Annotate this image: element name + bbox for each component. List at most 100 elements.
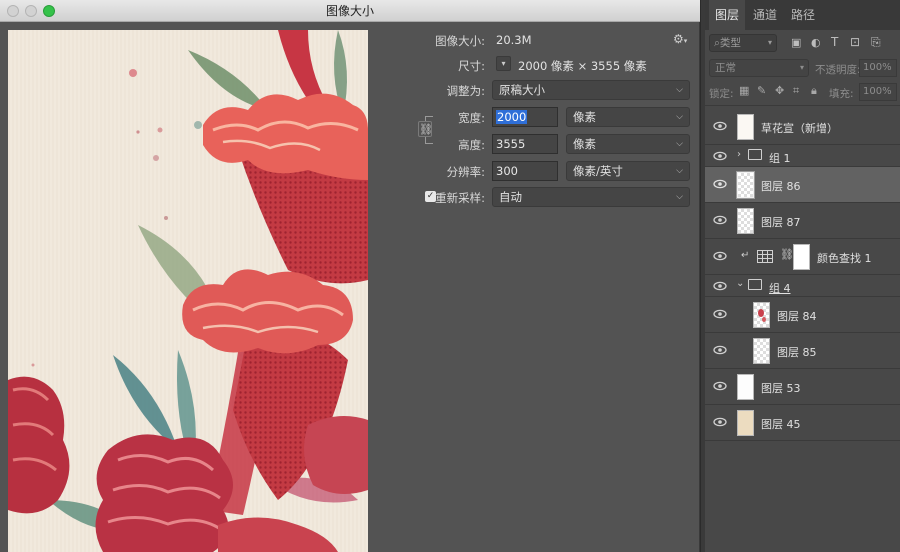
visibility-eye-icon[interactable] — [713, 177, 727, 191]
chevron-down-icon: ⌵ — [676, 85, 683, 95]
constrain-proportions-link-icon[interactable]: ⛓ — [418, 121, 433, 137]
fill-label: 填充: — [829, 88, 854, 100]
layer-thumbnail — [753, 338, 770, 364]
layer-name: 组 1 — [769, 152, 791, 165]
lock-row: 锁定: ▦ ✎ ✥ ⌗ 🔒︎ 填充: 100% — [705, 80, 900, 104]
layer-row[interactable]: 图层 53 — [705, 369, 900, 405]
visibility-eye-icon[interactable] — [713, 343, 727, 357]
layer-row[interactable]: 图层 45 — [705, 405, 900, 441]
dimensions-unit-toggle[interactable]: ▾ — [496, 56, 511, 71]
fill-value: 100% — [863, 86, 892, 97]
fit-to-label: 调整为: — [446, 84, 485, 98]
tab-channels[interactable]: 通道 — [747, 0, 783, 30]
visibility-eye-icon[interactable] — [713, 307, 727, 321]
opacity-label: 不透明度: — [815, 64, 861, 76]
folder-icon — [748, 149, 762, 160]
chevron-down-icon[interactable]: ⌄ — [736, 278, 744, 289]
color-lookup-grid-icon — [757, 250, 773, 263]
height-label: 高度: — [458, 138, 485, 152]
adjustment-filter-icon[interactable]: ◐ — [811, 36, 821, 49]
chevron-down-icon: ⌵ — [676, 166, 683, 176]
visibility-eye-icon[interactable] — [713, 279, 727, 293]
chevron-right-icon[interactable]: › — [737, 149, 741, 160]
lock-transparency-icon[interactable]: ▦ — [739, 84, 749, 97]
lock-artboard-icon[interactable]: ⌗ — [793, 84, 799, 98]
layer-name: 组 4 — [769, 282, 791, 295]
close-window-button[interactable] — [7, 5, 19, 17]
width-input[interactable]: 2000 — [492, 107, 558, 127]
lock-position-icon[interactable]: ✥ — [775, 84, 784, 97]
height-value: 3555 — [496, 137, 526, 151]
layer-thumbnail — [737, 374, 754, 400]
layer-group-row[interactable]: › 组 1 — [705, 145, 900, 167]
layer-filter-row: ⌕类型 ▾ ▣ ◐ T ⊡ ⎘ — [705, 32, 900, 56]
resample-select[interactable]: 自动 ⌵ — [492, 187, 690, 207]
visibility-eye-icon[interactable] — [713, 213, 727, 227]
chevron-down-icon: ⌵ — [676, 139, 683, 149]
layer-name: 图层 87 — [761, 216, 801, 229]
chevron-down-icon: ⌵ — [676, 192, 683, 202]
layer-thumbnail — [753, 302, 770, 328]
layer-thumbnail — [737, 410, 754, 436]
opacity-input[interactable]: 100% — [859, 59, 897, 77]
layer-row[interactable]: 图层 84 — [705, 297, 900, 333]
panel-tabs: 图层 通道 路径 — [705, 0, 900, 30]
layer-name: 图层 86 — [761, 180, 801, 193]
image-filter-icon[interactable]: ▣ — [791, 36, 801, 49]
layer-name: 草花宣（新增） — [761, 122, 838, 135]
resample-label: 重新采样: — [435, 191, 485, 205]
filter-kind-value: 类型 — [719, 37, 741, 49]
adjustment-layer-row[interactable]: ↵ ⛓ 颜色查找 1 — [705, 239, 900, 275]
layer-row[interactable]: 图层 87 — [705, 203, 900, 239]
visibility-eye-icon[interactable] — [713, 149, 727, 163]
dimensions-label: 尺寸: — [458, 59, 485, 73]
resolution-unit-select[interactable]: 像素/英寸 ⌵ — [566, 161, 690, 181]
height-unit-select[interactable]: 像素 ⌵ — [566, 134, 690, 154]
resolution-label: 分辨率: — [446, 165, 485, 179]
layer-row-selected[interactable]: 图层 86 — [705, 167, 900, 203]
layers-panel: 图层 通道 路径 ⌕类型▾ ▣ ◐ T ⊡ ⎘ 正常▾ 不透明度: 100% — [701, 0, 900, 552]
width-unit: 像素 — [573, 110, 596, 124]
layer-thumbnail — [736, 171, 755, 199]
layer-row[interactable]: 图层 85 — [705, 333, 900, 369]
fit-to-select[interactable]: 原稿大小 ⌵ — [492, 80, 690, 100]
visibility-eye-icon[interactable] — [713, 379, 727, 393]
tab-layers[interactable]: 图层 — [709, 0, 746, 30]
dialog-title: 图像大小 — [325, 4, 374, 18]
lock-pixels-icon[interactable]: ✎ — [757, 84, 766, 97]
lock-all-icon[interactable]: 🔒︎ — [811, 84, 817, 98]
layer-row[interactable]: 草花宣（新增） — [705, 109, 900, 145]
visibility-eye-icon[interactable] — [713, 119, 727, 133]
mask-link-icon[interactable]: ⛓ — [780, 248, 794, 261]
resolution-unit: 像素/英寸 — [573, 164, 623, 178]
visibility-eye-icon[interactable] — [713, 415, 727, 429]
type-filter-icon[interactable]: T — [831, 35, 838, 49]
shape-filter-icon[interactable]: ⊡ — [850, 35, 860, 49]
tab-paths[interactable]: 路径 — [785, 0, 821, 30]
layer-group-row[interactable]: ⌄ 组 4 — [705, 275, 900, 297]
blend-mode-select[interactable]: 正常 ▾ — [709, 59, 809, 77]
visibility-eye-icon[interactable] — [713, 249, 727, 263]
lock-label: 锁定: — [709, 88, 734, 100]
opacity-value: 100% — [863, 62, 892, 73]
minimize-window-button[interactable] — [25, 5, 37, 17]
clipping-arrow-icon: ↵ — [741, 250, 750, 261]
width-unit-select[interactable]: 像素 ⌵ — [566, 107, 690, 127]
layer-thumbnail — [737, 208, 754, 234]
blend-mode-value: 正常 — [715, 62, 736, 74]
smart-object-filter-icon[interactable]: ⎘ — [871, 35, 881, 50]
fill-input[interactable]: 100% — [859, 83, 897, 101]
height-input[interactable]: 3555 — [492, 134, 558, 154]
filter-kind-select[interactable]: ⌕类型 ▾ — [709, 34, 777, 52]
resolution-input[interactable]: 300 — [492, 161, 558, 181]
dimensions-value: 2000 像素 × 3555 像素 — [518, 59, 647, 73]
resolution-value: 300 — [496, 164, 518, 178]
layer-name: 图层 85 — [777, 346, 817, 359]
image-size-dialog: 图像大小 图像大小: 20.3M ⚙▾ 尺寸: ▾ 2000 像素 × 3555… — [0, 0, 700, 552]
image-preview[interactable] — [8, 30, 368, 552]
settings-gear-icon[interactable]: ⚙▾ — [673, 32, 689, 46]
layer-name: 颜色查找 1 — [817, 252, 872, 265]
zoom-window-button[interactable] — [43, 5, 55, 17]
flower-illustration — [8, 30, 368, 552]
layer-name: 图层 45 — [761, 418, 801, 431]
